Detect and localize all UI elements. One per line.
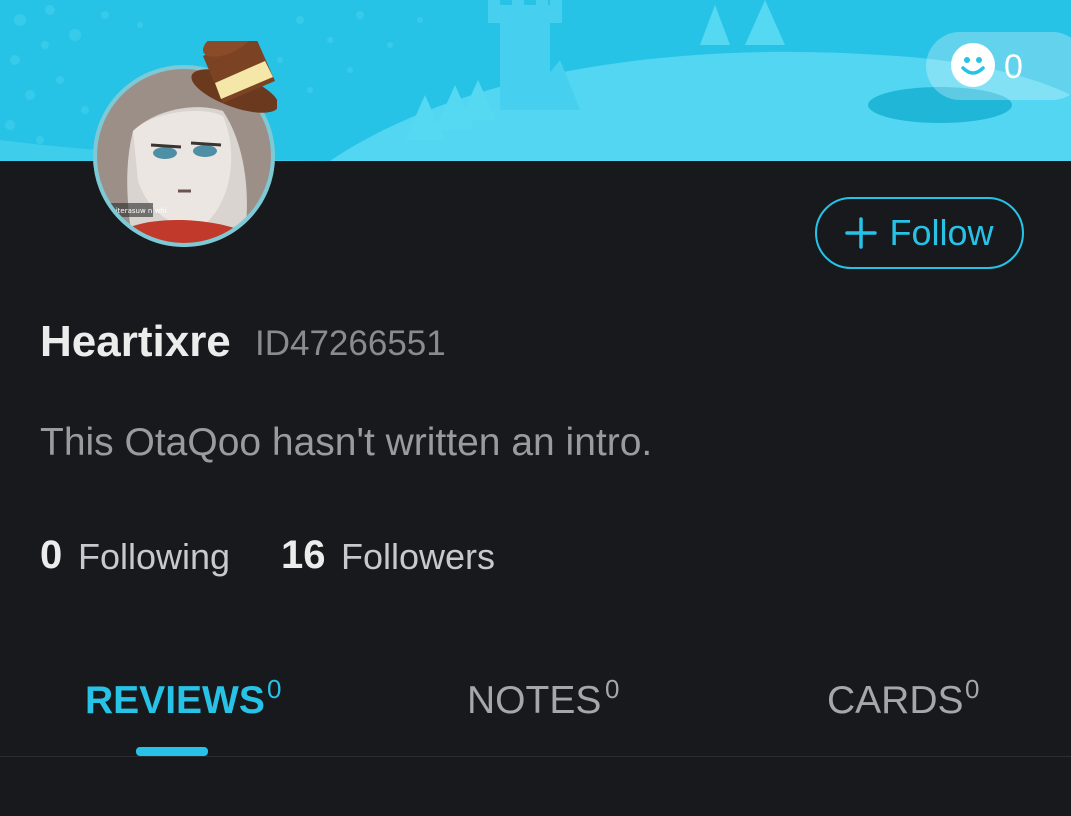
- following-count[interactable]: 0: [40, 530, 62, 580]
- tab-notes[interactable]: NOTES 0: [467, 668, 637, 728]
- followers-label[interactable]: Followers: [341, 532, 495, 582]
- reaction-count: 0: [1004, 48, 1023, 86]
- tab-notes-count: 0: [605, 674, 620, 704]
- follow-label: Follow: [889, 212, 994, 253]
- follow-button[interactable]: Follow: [815, 197, 1024, 269]
- tab-reviews-count: 0: [267, 674, 282, 704]
- tab-notes-label: NOTES: [467, 679, 602, 722]
- tab-cards-label: CARDS: [827, 679, 964, 722]
- profile-username: Heartixre: [40, 317, 231, 366]
- tab-reviews-label: REVIEWS: [85, 679, 265, 722]
- profile-page: 0 naiterasuw n whi Follow Heartixre ID47…: [0, 0, 1071, 816]
- tab-cards[interactable]: CARDS 0: [827, 668, 997, 728]
- tab-divider: [0, 756, 1071, 757]
- profile-user-id: ID47266551: [255, 324, 446, 363]
- tab-reviews[interactable]: REVIEWS 0: [85, 668, 295, 728]
- tab-cards-count: 0: [965, 674, 980, 704]
- active-tab-indicator: [136, 747, 208, 756]
- reaction-counter[interactable]: [926, 32, 1071, 100]
- followers-count[interactable]: 16: [281, 530, 326, 580]
- profile-intro: This OtaQoo hasn't written an intro.: [40, 421, 653, 464]
- plus-icon: [845, 217, 878, 249]
- following-label[interactable]: Following: [78, 532, 230, 582]
- avatar[interactable]: naiterasuw n whi: [93, 41, 277, 247]
- smile-icon[interactable]: [951, 43, 995, 87]
